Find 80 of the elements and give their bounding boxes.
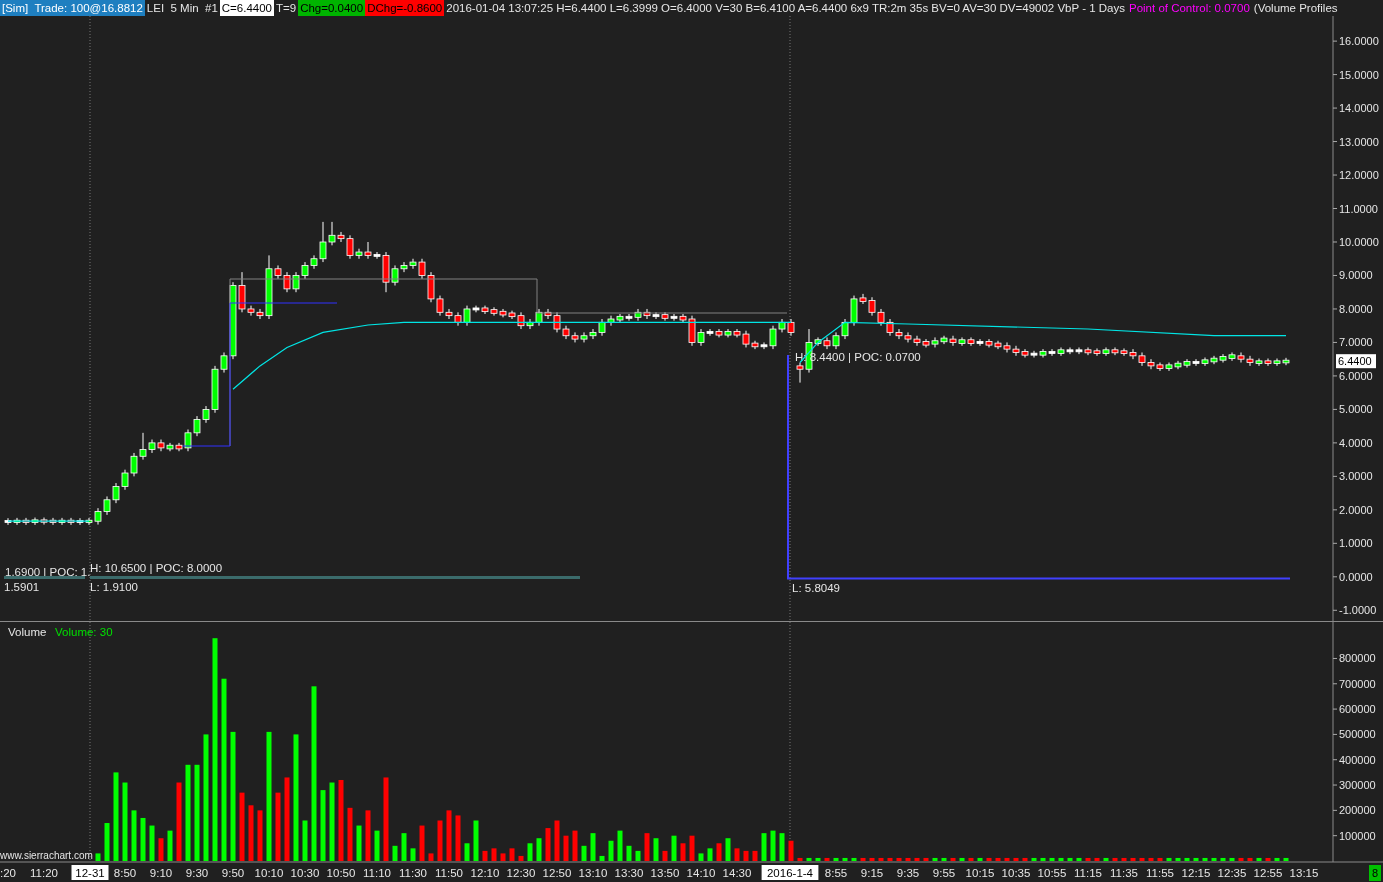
time-axis-label: 13:15 [1289,867,1319,879]
chart-info-text: 2016-01-04 13:07:25 H=6.4400 L=6.3999 O=6.4000 V=30 B=6.4100 A=6.4400 6x9 TR:2m 35s BV=0 AV=30 DV=49002 VbP - 1 Days [445,1,1126,16]
profile-label: L: 5.8049 [792,582,840,594]
price-axis-label: 8.0000 [1339,302,1373,315]
time-axis-label: 10:30 [290,867,320,879]
time-axis-label: 8:55 [824,867,848,879]
time-axis-label: 10:15 [965,867,995,879]
time-axis-label: 13:30 [614,867,644,879]
price-axis-label: 14.0000 [1339,102,1379,115]
time-axis-label: 12:55 [1253,867,1283,879]
volume-axis-label: 100000 [1339,829,1376,842]
price-axis-label: 7.0000 [1339,336,1373,349]
pane-title: Volume [8,626,47,638]
time-axis-label: 12:10 [470,867,500,879]
price-axis-label: 16.0000 [1339,35,1379,48]
date-label: 2016-1-4 [761,865,819,880]
price-axis-label: 13.0000 [1339,135,1379,148]
chart-info-text: LEI 5 Min #1 [145,1,219,16]
time-axis-label: 9:30 [185,867,209,879]
volume-axis-label: 700000 [1339,677,1376,690]
price-axis-label: 15.0000 [1339,68,1379,81]
time-axis-label: 11:30 [399,867,427,879]
status-indicator: 8 [1368,865,1381,881]
time-axis-label: 9:55 [932,867,956,879]
time-axis-label: :20 [0,867,16,879]
price-axis-label: 6.0000 [1339,369,1373,382]
time-axis-label: 12:15 [1181,867,1211,879]
time-axis-label: 10:35 [1001,867,1031,879]
volume-axis-label: 300000 [1339,779,1376,792]
profile-label: L: 1.9100 [90,581,138,593]
time-axis-label: 9:35 [896,867,920,879]
volume-axis-label: 200000 [1339,804,1376,817]
last-price-label: C=6.4400 [219,0,274,16]
volume-axis-label: 400000 [1339,753,1376,766]
volume-axis-label: 800000 [1339,652,1376,665]
change-label: Chg=0.0400 [298,0,366,16]
price-axis-label: 2.0000 [1339,503,1373,516]
time-axis-label: 11:15 [1074,867,1102,879]
date-label: 12-31 [71,865,109,880]
volume-reading: Volume: 30 [55,626,113,638]
price-axis-label: 12.0000 [1339,169,1379,182]
volume-axis-label: 600000 [1339,703,1376,716]
time-axis-label: 11:10 [363,867,391,879]
time-axis-label: 12:50 [542,867,572,879]
price-axis-label: 9.0000 [1339,269,1373,282]
time-axis-label: 9:50 [221,867,245,879]
daily-change-label: DChg=-0.8600 [365,0,445,16]
time-axis-label: 8:50 [113,867,137,879]
time-axis-label: 9:10 [149,867,173,879]
last-price-marker: 6.4400 [1336,354,1376,369]
price-axis-label: 10.0000 [1339,236,1379,248]
profile-label: 1.5901 [4,581,40,593]
profile-label: H: 10.6500 | POC: 8.0000 [90,562,223,574]
price-axis-label: 4.0000 [1339,436,1373,449]
time-axis-label: 13:10 [578,867,608,879]
point-of-control-label: Point of Control: 0.0700 [1127,1,1251,16]
time-axis-label: 12:35 [1217,867,1247,879]
time-axis-label: 10:50 [326,867,356,879]
chart-info-text: T=9 [275,1,298,16]
watermark-text: www.sierrachart.com [0,850,93,861]
time-axis-label: 9:15 [860,867,884,879]
time-axis-label: 10:55 [1037,867,1067,879]
time-axis-label: 11:55 [1146,867,1174,879]
time-axis-label: 14:30 [722,867,752,879]
time-axis-label: 14:10 [686,867,716,879]
time-axis-label: 12:30 [506,867,536,879]
chart-info-text: (Volume Profiles [1252,1,1339,16]
account-trade-label: [Sim] Trade: 100@16.8812 [0,0,145,16]
price-axis-label: 3.0000 [1339,470,1373,483]
volume-axis-label: 500000 [1339,728,1376,741]
price-axis-label: 5.0000 [1339,403,1373,416]
time-axis-label: 11:50 [435,867,463,879]
price-axis-label: 0.0000 [1339,570,1373,583]
time-axis-label: 13:50 [650,867,680,879]
price-axis-label: 1.0000 [1339,537,1373,550]
price-axis-label: 11.0000 [1339,202,1378,215]
time-axis-label: 11:20 [30,867,58,879]
time-axis-label: 10:10 [254,867,284,879]
price-axis-label: -1.0000 [1339,604,1377,617]
time-axis-label: 11:35 [1110,867,1138,879]
